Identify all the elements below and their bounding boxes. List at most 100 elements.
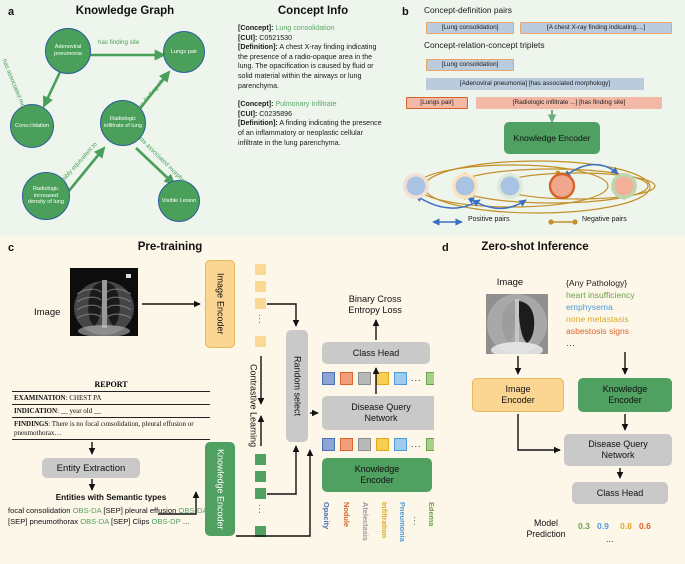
entity-token-4: [SEP] pneumothorax — [8, 517, 81, 526]
cui-key-2: [CUI]: — [238, 109, 258, 118]
chip-definition-snippet[interactable]: [A chest X-ray finding indicating....] — [520, 22, 672, 34]
feature-cell-c2-1 — [340, 438, 353, 451]
legend-negative-pairs: Negative pairs — [582, 216, 627, 223]
entity-token-0: focal consolidation — [8, 506, 73, 515]
cui-key-1: [CUI]: — [238, 33, 258, 42]
class-head-box-c[interactable]: Class Head — [322, 342, 430, 364]
kg-edge-label-possibly-equivalent-to: possibly equivalent to — [54, 141, 99, 190]
disease-label-ellipsis: ... — [412, 516, 422, 527]
definition-key-2: [Definition]: — [238, 119, 278, 128]
legend-positive-pairs: Positive pairs — [468, 216, 510, 223]
feature-cell-c1-1 — [340, 372, 353, 385]
panel-c: c Pre-training Image Image Encoder REPOR… — [0, 236, 440, 564]
random-select-box[interactable]: Random select — [286, 330, 308, 442]
prediction-value-0: 0.3 — [578, 521, 590, 531]
entity-token-1: OBS-DA — [72, 506, 102, 515]
feature-cell-c1-ellipsis: ... — [411, 373, 422, 383]
text-token-1 — [255, 471, 266, 482]
report-row-examination: EXAMINATION: CHEST PA — [12, 392, 210, 405]
image-encoder-box-c[interactable]: Image Encoder — [205, 260, 235, 348]
panel-b: b Concept-definition pairs [Lung consoli… — [392, 0, 685, 236]
bce-loss-line1: Binary Cross — [348, 294, 402, 304]
dqn-line1-c: Disease Query — [351, 402, 411, 412]
concept-info-title: Concept Info — [277, 5, 349, 17]
disease-label-atelectasis: Atelectasis — [361, 502, 370, 542]
disease-query-network-box-d[interactable]: Disease Query Network — [564, 434, 672, 466]
chest-xray-image-d — [486, 294, 548, 354]
disease-label-opacity: Opacity — [322, 502, 331, 530]
entity-token-6: [SEP] Clips — [108, 517, 152, 526]
knowledge-encoder-box-c2[interactable]: Knowledge Encoder — [322, 458, 432, 492]
feature-cell-c1-4 — [394, 372, 407, 385]
text-token-0 — [255, 454, 266, 465]
model-prediction-line1: Model — [534, 518, 558, 528]
knowledge-encoder-box-c[interactable]: Knowledge Encoder — [205, 442, 235, 536]
pathology-emphysema: emphysema — [566, 302, 613, 312]
pathology-heart-insufficiency: heart insufficiency — [566, 290, 635, 300]
concept-info: [Concept]: Lung consolidation [CUI]: C05… — [238, 24, 388, 157]
figure-root: a Knowledge Graph Adenoviral pneumonia L… — [0, 0, 685, 564]
concept-value-2: Pulmonary Infiltrate — [275, 100, 337, 109]
image-encoder-text2-c: Encoder — [215, 301, 226, 335]
zero-shot-inference-title: Zero-shot Inference — [481, 241, 589, 253]
entity-token-2: [SEP] pleural effusion — [101, 506, 179, 515]
disease-label-pneumonia: Pneumonia — [398, 502, 407, 542]
bce-loss-label: Binary Cross Entropy Loss — [322, 294, 428, 315]
concept-key-2: [Concept]: — [238, 100, 274, 109]
chip-lung-consolidation-pair[interactable]: [Lung consolidation] — [426, 22, 514, 34]
feature-cell-c2-2 — [358, 438, 371, 451]
report-block: REPORT EXAMINATION: CHEST PA INDICATION:… — [12, 380, 210, 440]
dqn-line1-d: Disease Query — [588, 439, 648, 449]
pre-training-title: Pre-training — [137, 241, 203, 253]
feature-cell-c1-2 — [358, 372, 371, 385]
class-head-box-d[interactable]: Class Head — [572, 482, 668, 504]
entity-token-7: OBS-DP — [151, 517, 181, 526]
chip-triplet-adenoviral[interactable]: [Adenoviral pneumonia] [has associated m… — [426, 78, 644, 90]
image-label-d: Image — [496, 277, 524, 288]
knowledge-encoder-text2-c: Encoder — [215, 495, 226, 530]
chip-triplet-radiologic-infiltrate[interactable]: [Radiologic infiltrate ...] [has finding… — [476, 97, 662, 109]
report-row-indication: INDICATION: __ year old __ — [12, 405, 210, 418]
report-key-findings: FINDINGS — [14, 419, 49, 428]
concept-entry-2: [Concept]: Pulmonary Infiltrate [CUI]: C… — [238, 100, 388, 148]
image-encoder-line2-d: Encoder — [501, 395, 535, 405]
report-key-indication: INDICATION — [14, 406, 58, 415]
entities-block: Entities with Semantic types focal conso… — [8, 492, 214, 527]
prediction-ellipsis: ... — [606, 534, 614, 544]
ke-line1-c: Knowledge — [354, 464, 400, 474]
panel-d: d Zero-shot Inference Image {Any Patholo… — [434, 236, 685, 564]
chip-triplet-lung-consolidation[interactable]: [Lung consolidation] — [426, 59, 514, 71]
disease-query-network-box-c[interactable]: Disease Query Network — [322, 396, 440, 430]
knowledge-encoder-text-c: Knowledge — [215, 448, 226, 494]
pathology-none-metastasis: none metastasis — [566, 314, 629, 324]
panel-c-label: c — [8, 242, 15, 254]
pathology-asbestosis-signs: asbestosis signs — [566, 326, 630, 336]
image-label-c: Image — [34, 307, 61, 318]
panel-b-connectors — [403, 110, 656, 226]
entity-token-8: … — [180, 517, 191, 526]
image-encoder-box-d[interactable]: Image Encoder — [472, 378, 564, 412]
feature-cell-c1-0 — [322, 372, 335, 385]
chip-triplet-lungs-pair[interactable]: [Lungs pair] — [406, 97, 468, 109]
cui-value-2: C0235896 — [259, 109, 293, 118]
report-row-findings: FINDINGS: There is no focal consolidatio… — [12, 418, 210, 440]
image-token-1 — [255, 281, 266, 292]
concept-value-1: Lung consolidation — [275, 24, 335, 32]
concept-relation-concept-triplets-heading: Concept-relation-concept triplets — [424, 40, 545, 50]
cui-value-1: C0521530 — [259, 33, 293, 42]
kg-node-adenoviral[interactable]: Adenoviral pneumonia — [45, 28, 91, 74]
concept-entry-1: [Concept]: Lung consolidation [CUI]: C05… — [238, 24, 388, 91]
contrastive-line2: Learning — [248, 412, 259, 448]
knowledge-encoder-box-b[interactable]: Knowledge Encoder — [504, 122, 600, 154]
kg-node-lungs-pair[interactable]: Lungs pair — [163, 31, 205, 73]
entity-extraction-box[interactable]: Entity Extraction — [42, 458, 140, 478]
knowledge-encoder-box-d[interactable]: Knowledge Encoder — [578, 378, 672, 412]
image-token-0 — [255, 264, 266, 275]
disease-label-infiltration: Infiltration — [380, 502, 389, 539]
kg-edge-label-has-finding-site-2: has finding site — [135, 76, 167, 113]
panel-d-label: d — [442, 242, 449, 254]
concept-definition-pairs-heading: Concept-definition pairs — [424, 5, 512, 15]
dqn-line2-d: Network — [601, 450, 635, 460]
model-prediction-label: Model Prediction — [516, 518, 576, 539]
entity-token-5: OBS-DA — [80, 517, 109, 526]
